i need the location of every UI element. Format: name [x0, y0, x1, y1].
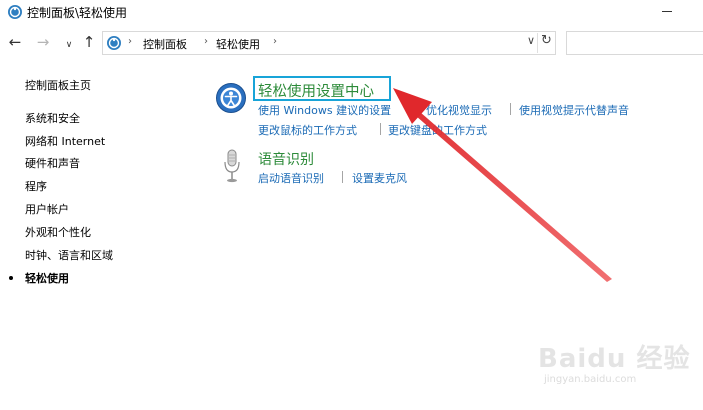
link-recommended-settings[interactable]: 使用 Windows 建议的设置: [258, 102, 391, 118]
link-separator: [342, 171, 343, 183]
minimize-icon: [662, 11, 672, 12]
link-optimize-visual-display[interactable]: 优化视觉显示: [426, 102, 492, 118]
minimize-button[interactable]: [650, 2, 690, 22]
forward-arrow-icon[interactable]: →: [35, 34, 51, 50]
link-separator: [380, 123, 381, 135]
search-input[interactable]: [566, 31, 703, 55]
control-panel-icon: [107, 36, 121, 50]
ease-of-access-icon: [216, 83, 246, 113]
link-change-mouse[interactable]: 更改鼠标的工作方式: [258, 122, 357, 138]
window-title: 控制面板\轻松使用: [27, 6, 128, 20]
breadcrumb-control-panel[interactable]: 控制面板: [143, 36, 187, 52]
control-panel-icon: [8, 5, 22, 19]
breadcrumb-separator-icon[interactable]: ›: [128, 36, 132, 47]
watermark-url: jingyan.baidu.com: [544, 374, 637, 385]
address-box[interactable]: › 控制面板 › 轻松使用 › ∨ ↻: [102, 31, 556, 55]
link-setup-microphone[interactable]: 设置麦克风: [352, 170, 407, 186]
watermark-logo: Baidu 经验: [538, 344, 691, 374]
chevron-down-icon[interactable]: ∨: [527, 34, 535, 47]
link-separator: [510, 103, 511, 115]
sidebar-item-clock-language[interactable]: 时钟、语言和区域: [25, 247, 113, 263]
sidebar-item-hardware-sound[interactable]: 硬件和声音: [25, 155, 80, 171]
breadcrumb-ease-of-access[interactable]: 轻松使用: [216, 36, 260, 52]
sidebar-item-appearance[interactable]: 外观和个性化: [25, 224, 91, 240]
title-bar: 控制面板\轻松使用: [0, 0, 703, 26]
sidebar-item-user-accounts[interactable]: 用户帐户: [25, 201, 69, 217]
sidebar-home-link[interactable]: 控制面板主页: [25, 77, 91, 93]
link-start-speech-recognition[interactable]: 启动语音识别: [258, 170, 324, 186]
sidebar-item-network[interactable]: 网络和 Internet: [25, 133, 105, 149]
speech-recognition-link[interactable]: 语音识别: [258, 149, 314, 169]
link-separator: [418, 103, 419, 115]
breadcrumb-separator-icon[interactable]: ›: [273, 36, 277, 47]
sidebar: 控制面板主页 系统和安全 网络和 Internet 硬件和声音 程序 用户帐户 …: [0, 70, 200, 330]
link-visual-alternatives-sounds[interactable]: 使用视觉提示代替声音: [519, 102, 629, 118]
address-bar-row: ← → ∨ ↑ › 控制面板 › 轻松使用 › ∨ ↻: [0, 28, 703, 58]
ease-of-access-center-link[interactable]: 轻松使用设置中心: [258, 80, 374, 101]
link-change-keyboard[interactable]: 更改键盘的工作方式: [388, 122, 487, 138]
sidebar-item-ease-of-access[interactable]: 轻松使用: [25, 270, 69, 286]
recent-locations-chevron-icon[interactable]: ∨: [61, 37, 77, 53]
sidebar-item-system-security[interactable]: 系统和安全: [25, 110, 80, 126]
microphone-icon: [224, 149, 240, 183]
breadcrumb-separator-icon[interactable]: ›: [204, 36, 208, 47]
current-item-bullet-icon: [9, 276, 13, 280]
up-arrow-icon[interactable]: ↑: [81, 34, 97, 50]
refresh-icon[interactable]: ↻: [537, 33, 555, 53]
back-arrow-icon[interactable]: ←: [7, 34, 23, 50]
baidu-watermark: Baidu 经验 jingyan.baidu.com: [530, 338, 689, 398]
sidebar-item-programs[interactable]: 程序: [25, 178, 47, 194]
